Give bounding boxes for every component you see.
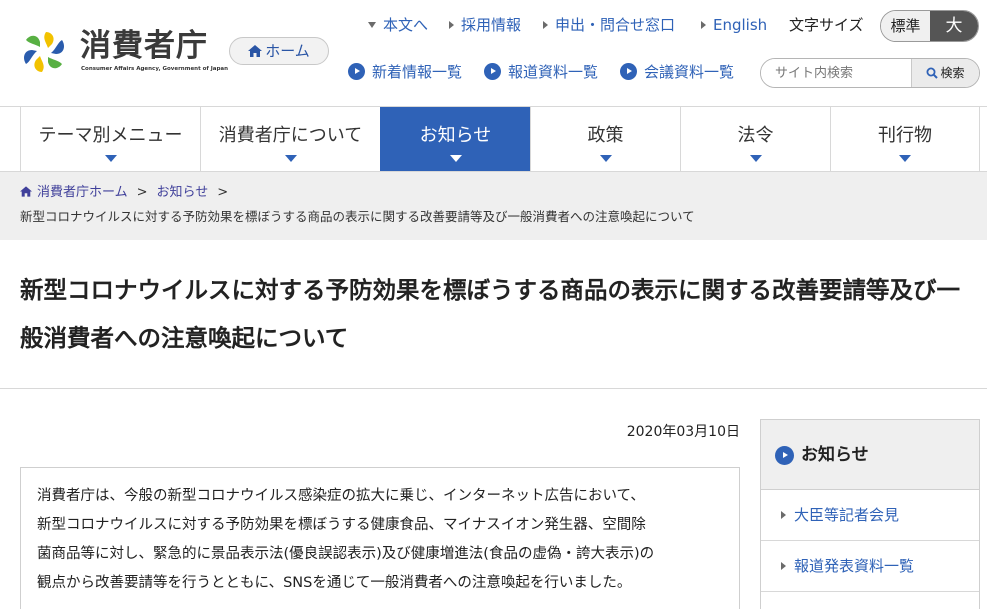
search-button[interactable]: 検索 [911, 59, 979, 87]
skip-to-content-label: 本文へ [383, 16, 429, 34]
breadcrumb-separator: > [217, 185, 229, 200]
font-size-label: 文字サイズ [789, 16, 864, 34]
nav-item-theme-menu[interactable]: テーマ別メニュー [20, 107, 200, 171]
sidebar-title[interactable]: お知らせ [801, 444, 869, 466]
sidebar-news: お知らせ 大臣等記者会見 報道発表資料一覧 [760, 419, 980, 609]
article-text: 消費者庁は、今般の新型コロナウイルス感染症の拡大に乗じ、インターネット広告におい… [37, 482, 727, 598]
nav-item-label: お知らせ [419, 125, 492, 146]
meeting-list-label: 会議資料一覧 [644, 63, 735, 81]
agency-logo-icon[interactable] [18, 26, 74, 78]
font-size-toggle: 標準 大 [880, 10, 979, 42]
publish-date: 2020年03月10日 [626, 424, 740, 440]
home-icon [248, 45, 263, 57]
nav-item-label: 政策 [587, 125, 624, 146]
sidebar-item-label: 大臣等記者会見 [794, 506, 900, 524]
article-body: 消費者庁は、今般の新型コロナウイルス感染症の拡大に乗じ、インターネット広告におい… [20, 467, 740, 609]
font-size-standard-button[interactable]: 標準 [881, 11, 930, 41]
breadcrumb-news-link[interactable]: お知らせ [157, 185, 209, 200]
sidebar-header: お知らせ [761, 420, 979, 490]
sidebar-item-label: 報道発表資料一覧 [794, 557, 915, 575]
chevron-down-icon [599, 155, 612, 162]
nav-item-label: 刊行物 [878, 125, 932, 146]
search-icon [926, 67, 939, 79]
press-list-label: 報道資料一覧 [508, 63, 599, 81]
caret-right-icon [701, 21, 706, 29]
home-button-label: ホーム [265, 42, 310, 60]
caret-right-icon [543, 21, 548, 29]
article-line: 観点から改善要請等を行うとともに、SNSを通じて一般消費者への注意喚起を行いまし… [37, 575, 632, 591]
nav-item-about[interactable]: 消費者庁について [200, 107, 380, 171]
chevron-down-icon [749, 155, 762, 162]
site-header: 消費者庁 Consumer Affairs Agency, Government… [0, 0, 987, 106]
home-button[interactable]: ホーム [229, 37, 329, 65]
breadcrumb-links: 消費者庁ホーム > お知らせ > [20, 184, 237, 202]
circle-arrow-icon [620, 63, 637, 80]
global-nav: テーマ別メニュー 消費者庁について お知らせ 政策 法令 刊行物 [0, 106, 987, 172]
breadcrumb-current: 新型コロナウイルスに対する予防効果を標ぼうする商品の表示に関する改善要請等及び一… [20, 209, 695, 224]
skip-to-content-link[interactable]: 本文へ [368, 16, 428, 34]
nav-item-label: 法令 [737, 125, 774, 146]
sidebar-item-press-releases[interactable]: 報道発表資料一覧 [761, 541, 979, 592]
inquiry-link[interactable]: 申出・問合せ窓口 [543, 16, 675, 34]
circle-arrow-icon [348, 63, 365, 80]
press-list-link[interactable]: 報道資料一覧 [484, 62, 598, 82]
english-label: English [713, 16, 768, 34]
nav-item-label: 消費者庁について [218, 125, 363, 146]
article-line: 消費者庁は、今般の新型コロナウイルス感染症の拡大に乗じ、インターネット広告におい… [37, 488, 645, 504]
news-list-label: 新着情報一覧 [372, 63, 463, 81]
circle-arrow-icon [775, 446, 794, 465]
nav-item-publications[interactable]: 刊行物 [830, 107, 980, 171]
divider [0, 388, 987, 389]
article-line: 菌商品等に対し、緊急的に景品表示法(優良誤認表示)及び健康増進法(食品の虚偽・誇… [37, 546, 655, 562]
caret-right-icon [449, 21, 454, 29]
chevron-down-icon [284, 155, 297, 162]
inquiry-label: 申出・問合せ窓口 [555, 16, 676, 34]
chevron-down-icon [449, 155, 462, 162]
nav-item-news[interactable]: お知らせ [380, 107, 530, 171]
caret-right-icon [781, 511, 786, 519]
chevron-down-icon [899, 155, 911, 162]
caret-right-icon [781, 562, 786, 570]
caret-down-icon [368, 22, 376, 28]
recruitment-label: 採用情報 [461, 16, 522, 34]
news-list-link[interactable]: 新着情報一覧 [348, 62, 462, 82]
meeting-list-link[interactable]: 会議資料一覧 [620, 62, 734, 82]
font-size-large-button[interactable]: 大 [929, 11, 978, 41]
nav-item-laws[interactable]: 法令 [680, 107, 830, 171]
nav-item-label: テーマ別メニュー [38, 125, 183, 146]
site-search: 検索 [760, 58, 980, 88]
breadcrumb-separator: > [136, 185, 148, 200]
recruitment-link[interactable]: 採用情報 [449, 16, 521, 34]
article-line: 新型コロナウイルスに対する予防効果を標ぼうする健康食品、マイナスイオン発生器、空… [37, 517, 646, 533]
logo-title[interactable]: 消費者庁 [80, 28, 208, 64]
chevron-down-icon [104, 155, 117, 162]
nav-item-policy[interactable]: 政策 [530, 107, 680, 171]
sidebar-item-press-conference[interactable]: 大臣等記者会見 [761, 490, 979, 541]
home-icon [20, 186, 32, 197]
breadcrumb: 消費者庁ホーム > お知らせ > 新型コロナウイルスに対する予防効果を標ぼうする商品の… [0, 172, 987, 240]
search-button-label: 検索 [940, 66, 965, 80]
page-title: 新型コロナウイルスに対する予防効果を標ぼうする商品の表示に関する改善要請等及び一… [20, 276, 960, 352]
search-input[interactable] [761, 59, 911, 87]
english-link[interactable]: English [701, 16, 767, 34]
breadcrumb-home-link[interactable]: 消費者庁ホーム [37, 185, 128, 200]
logo-subtitle: Consumer Affairs Agency, Government of J… [81, 66, 229, 72]
circle-arrow-icon [484, 63, 501, 80]
